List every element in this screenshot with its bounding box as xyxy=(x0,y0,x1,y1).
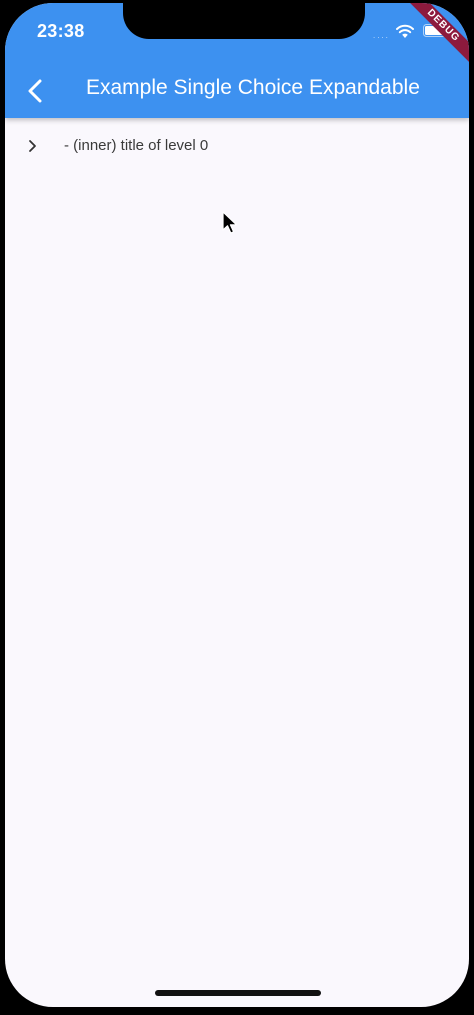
battery-icon xyxy=(423,24,449,37)
list-item[interactable]: - (inner) title of level 0 xyxy=(5,125,469,167)
status-time: 23:38 xyxy=(37,21,85,41)
list-item-label: - (inner) title of level 0 xyxy=(64,137,209,154)
phone-screen: 23:38 .... Example Single Choice Expanda… xyxy=(5,3,469,1007)
app-bar: 23:38 .... Example Single Choice Expanda… xyxy=(5,3,469,118)
back-button[interactable] xyxy=(17,73,53,109)
chevron-left-icon xyxy=(28,79,42,103)
signal-indicator: .... xyxy=(373,31,390,40)
wifi-icon xyxy=(396,24,414,38)
chevron-right-icon xyxy=(29,140,36,152)
expandable-list: - (inner) title of level 0 xyxy=(5,125,469,167)
page-title: Example Single Choice Expandable xyxy=(86,76,420,99)
home-indicator[interactable] xyxy=(155,990,321,996)
mouse-pointer-icon xyxy=(222,211,238,234)
device-notch xyxy=(123,3,365,39)
